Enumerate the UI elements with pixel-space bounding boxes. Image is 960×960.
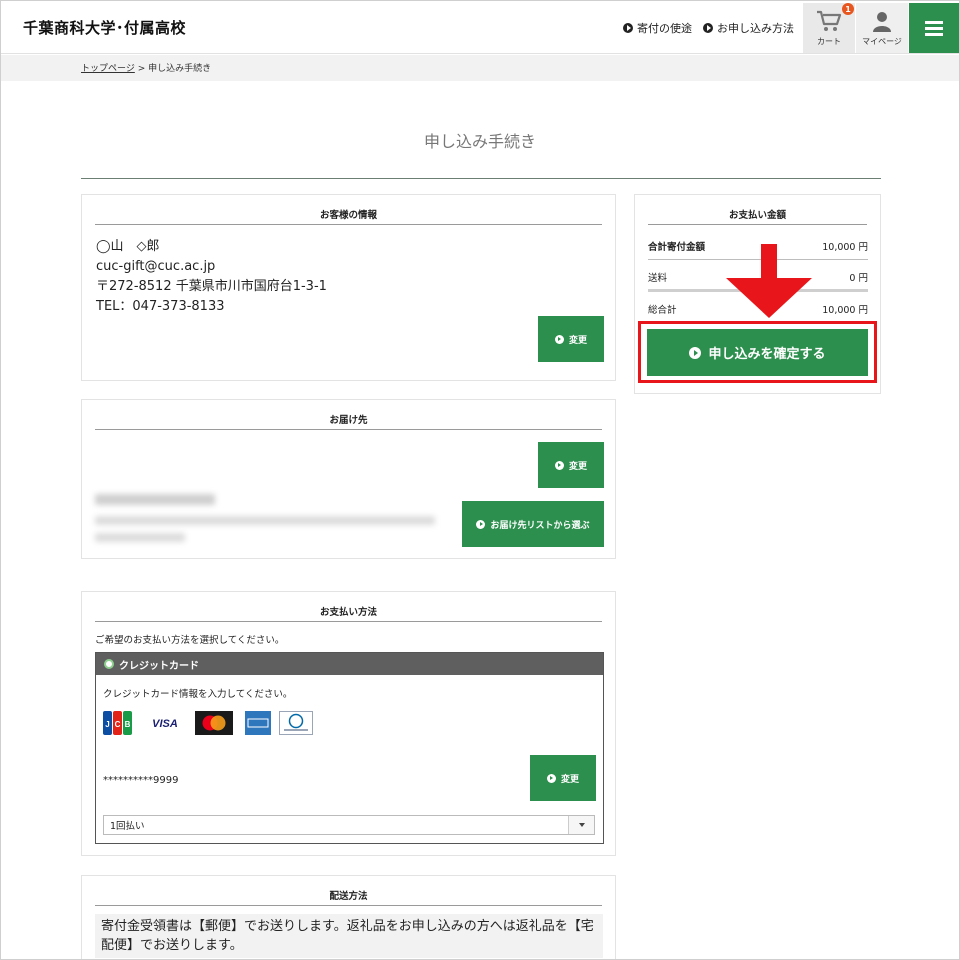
user-icon bbox=[873, 12, 891, 32]
mastercard-logo-icon bbox=[195, 711, 233, 735]
delivery-list-select-button[interactable]: お届け先リストから選ぶ bbox=[462, 501, 604, 547]
page-title: 申し込み手続き bbox=[423, 132, 536, 151]
red-arrow-down-icon bbox=[726, 244, 812, 318]
donation-total-label: 合計寄付金額 bbox=[648, 242, 706, 253]
blurred-recipient-address bbox=[95, 516, 435, 525]
jcb-logo-icon: J C B bbox=[103, 711, 132, 735]
customer-name: ◯山 ◇郎 bbox=[96, 239, 160, 254]
radio-selected-icon[interactable] bbox=[104, 659, 114, 669]
arrow-circle-icon bbox=[546, 773, 556, 783]
arrow-circle-icon bbox=[476, 519, 486, 529]
svg-text:C: C bbox=[115, 720, 121, 729]
svg-text:J: J bbox=[105, 720, 109, 729]
customer-tel: TEL：047-373-8133 bbox=[96, 299, 225, 314]
payment-method-heading: お支払い方法 bbox=[95, 604, 602, 622]
customer-change-button[interactable]: 変更 bbox=[538, 316, 604, 362]
nav-how-to-apply[interactable]: お申し込み方法 bbox=[703, 20, 794, 36]
page: 千葉商科大学･付属高校 寄付の使途 お申し込み方法 カート 1 マイページ トッ… bbox=[0, 0, 960, 960]
payment-method-card: お支払い方法 ご希望のお支払い方法を選択してください。 クレジットカード クレジ… bbox=[81, 591, 616, 856]
site-header: 千葉商科大学･付属高校 寄付の使途 お申し込み方法 カート 1 マイページ bbox=[1, 1, 959, 54]
delivery-change-button[interactable]: 変更 bbox=[538, 442, 604, 488]
delivery-heading: お届け先 bbox=[95, 412, 602, 430]
confirm-application-label: 申し込みを確定する bbox=[708, 347, 826, 362]
masked-card-number: **********9999 bbox=[103, 775, 179, 786]
delivery-change-label: 変更 bbox=[568, 461, 587, 472]
cart-label: カート bbox=[817, 37, 841, 46]
diners-club-logo-icon bbox=[279, 711, 313, 735]
donation-total-value: 10,000 円 bbox=[822, 242, 868, 253]
nav-donation-usage[interactable]: 寄付の使途 bbox=[623, 20, 692, 36]
hamburger-icon bbox=[925, 21, 943, 36]
arrow-circle-icon bbox=[554, 334, 564, 344]
customer-info-heading: お客様の情報 bbox=[95, 207, 602, 225]
chevron-down-icon[interactable] bbox=[568, 816, 594, 834]
breadcrumb-home-link[interactable]: トップページ bbox=[81, 64, 135, 74]
customer-change-label: 変更 bbox=[568, 335, 587, 346]
arrow-circle-icon bbox=[623, 23, 633, 33]
customer-email: cuc-gift@cuc.ac.jp bbox=[96, 259, 216, 274]
mypage-label: マイページ bbox=[862, 37, 902, 46]
delivery-card: お届け先 変更 お届け先リストから選ぶ bbox=[81, 399, 616, 559]
payment-summary-heading: お支払い金額 bbox=[648, 207, 867, 225]
blurred-recipient-name bbox=[95, 494, 215, 505]
hamburger-menu-button[interactable] bbox=[909, 3, 959, 53]
shipping-fee-value: 0 円 bbox=[849, 273, 868, 284]
visa-logo-icon: VISA bbox=[152, 718, 178, 730]
credit-card-note: クレジットカード情報を入力してください。 bbox=[103, 689, 293, 700]
shipping-method-card: 配送方法 寄付金受領書は【郵便】でお送りします。返礼品をお申し込みの方へは返礼品… bbox=[81, 875, 616, 959]
blurred-recipient-tel bbox=[95, 533, 185, 542]
svg-text:B: B bbox=[125, 720, 131, 729]
customer-address: 〒272-8512 千葉県市川市国府台1-3-1 bbox=[96, 279, 327, 294]
credit-card-option-label: クレジットカード bbox=[119, 660, 199, 672]
installment-select[interactable]: 1回払い bbox=[103, 815, 595, 835]
grand-total-label: 総合計 bbox=[648, 305, 677, 316]
breadcrumb-separator: > bbox=[134, 64, 149, 74]
title-divider bbox=[81, 178, 881, 179]
delivery-list-select-label: お届け先リストから選ぶ bbox=[490, 520, 590, 531]
cart-icon bbox=[817, 10, 842, 31]
shipping-fee-label: 送料 bbox=[648, 273, 668, 284]
cart-count-badge: 1 bbox=[842, 3, 854, 15]
nav-how-to-apply-label: お申し込み方法 bbox=[717, 22, 794, 35]
credit-card-option-box: クレジットカード クレジットカード情報を入力してください。 J C B VISA bbox=[95, 652, 604, 844]
site-logo[interactable]: 千葉商科大学･付属高校 bbox=[23, 17, 186, 38]
arrow-circle-icon bbox=[689, 346, 702, 359]
breadcrumb: トップページ > 申し込み手続き bbox=[81, 61, 211, 74]
arrow-circle-icon bbox=[703, 23, 713, 33]
breadcrumb-current: 申し込み手続き bbox=[148, 64, 212, 74]
shipping-method-text: 寄付金受領書は【郵便】でお送りします。返礼品をお申し込みの方へは返礼品を【宅配便… bbox=[95, 914, 603, 958]
card-change-label: 変更 bbox=[560, 774, 579, 785]
confirm-application-button[interactable]: 申し込みを確定する bbox=[647, 329, 868, 376]
arrow-circle-icon bbox=[554, 460, 564, 470]
nav-donation-usage-label: 寄付の使途 bbox=[637, 22, 692, 35]
installment-selected-value: 1回払い bbox=[110, 821, 145, 832]
amex-logo-icon bbox=[245, 711, 271, 735]
customer-info-card: お客様の情報 ◯山 ◇郎 cuc-gift@cuc.ac.jp 〒272-851… bbox=[81, 194, 616, 381]
card-brand-logos: J C B VISA bbox=[103, 711, 313, 735]
credit-card-option[interactable]: クレジットカード bbox=[96, 653, 603, 675]
payment-method-note: ご希望のお支払い方法を選択してください。 bbox=[95, 635, 285, 646]
card-change-button[interactable]: 変更 bbox=[530, 755, 596, 801]
customer-info-text: ◯山 ◇郎 cuc-gift@cuc.ac.jp 〒272-8512 千葉県市川… bbox=[96, 237, 327, 317]
svg-text:VISA: VISA bbox=[152, 718, 178, 730]
grand-total-value: 10,000 円 bbox=[822, 305, 868, 316]
mypage-button[interactable]: マイページ bbox=[856, 3, 908, 53]
shipping-method-heading: 配送方法 bbox=[95, 888, 602, 906]
